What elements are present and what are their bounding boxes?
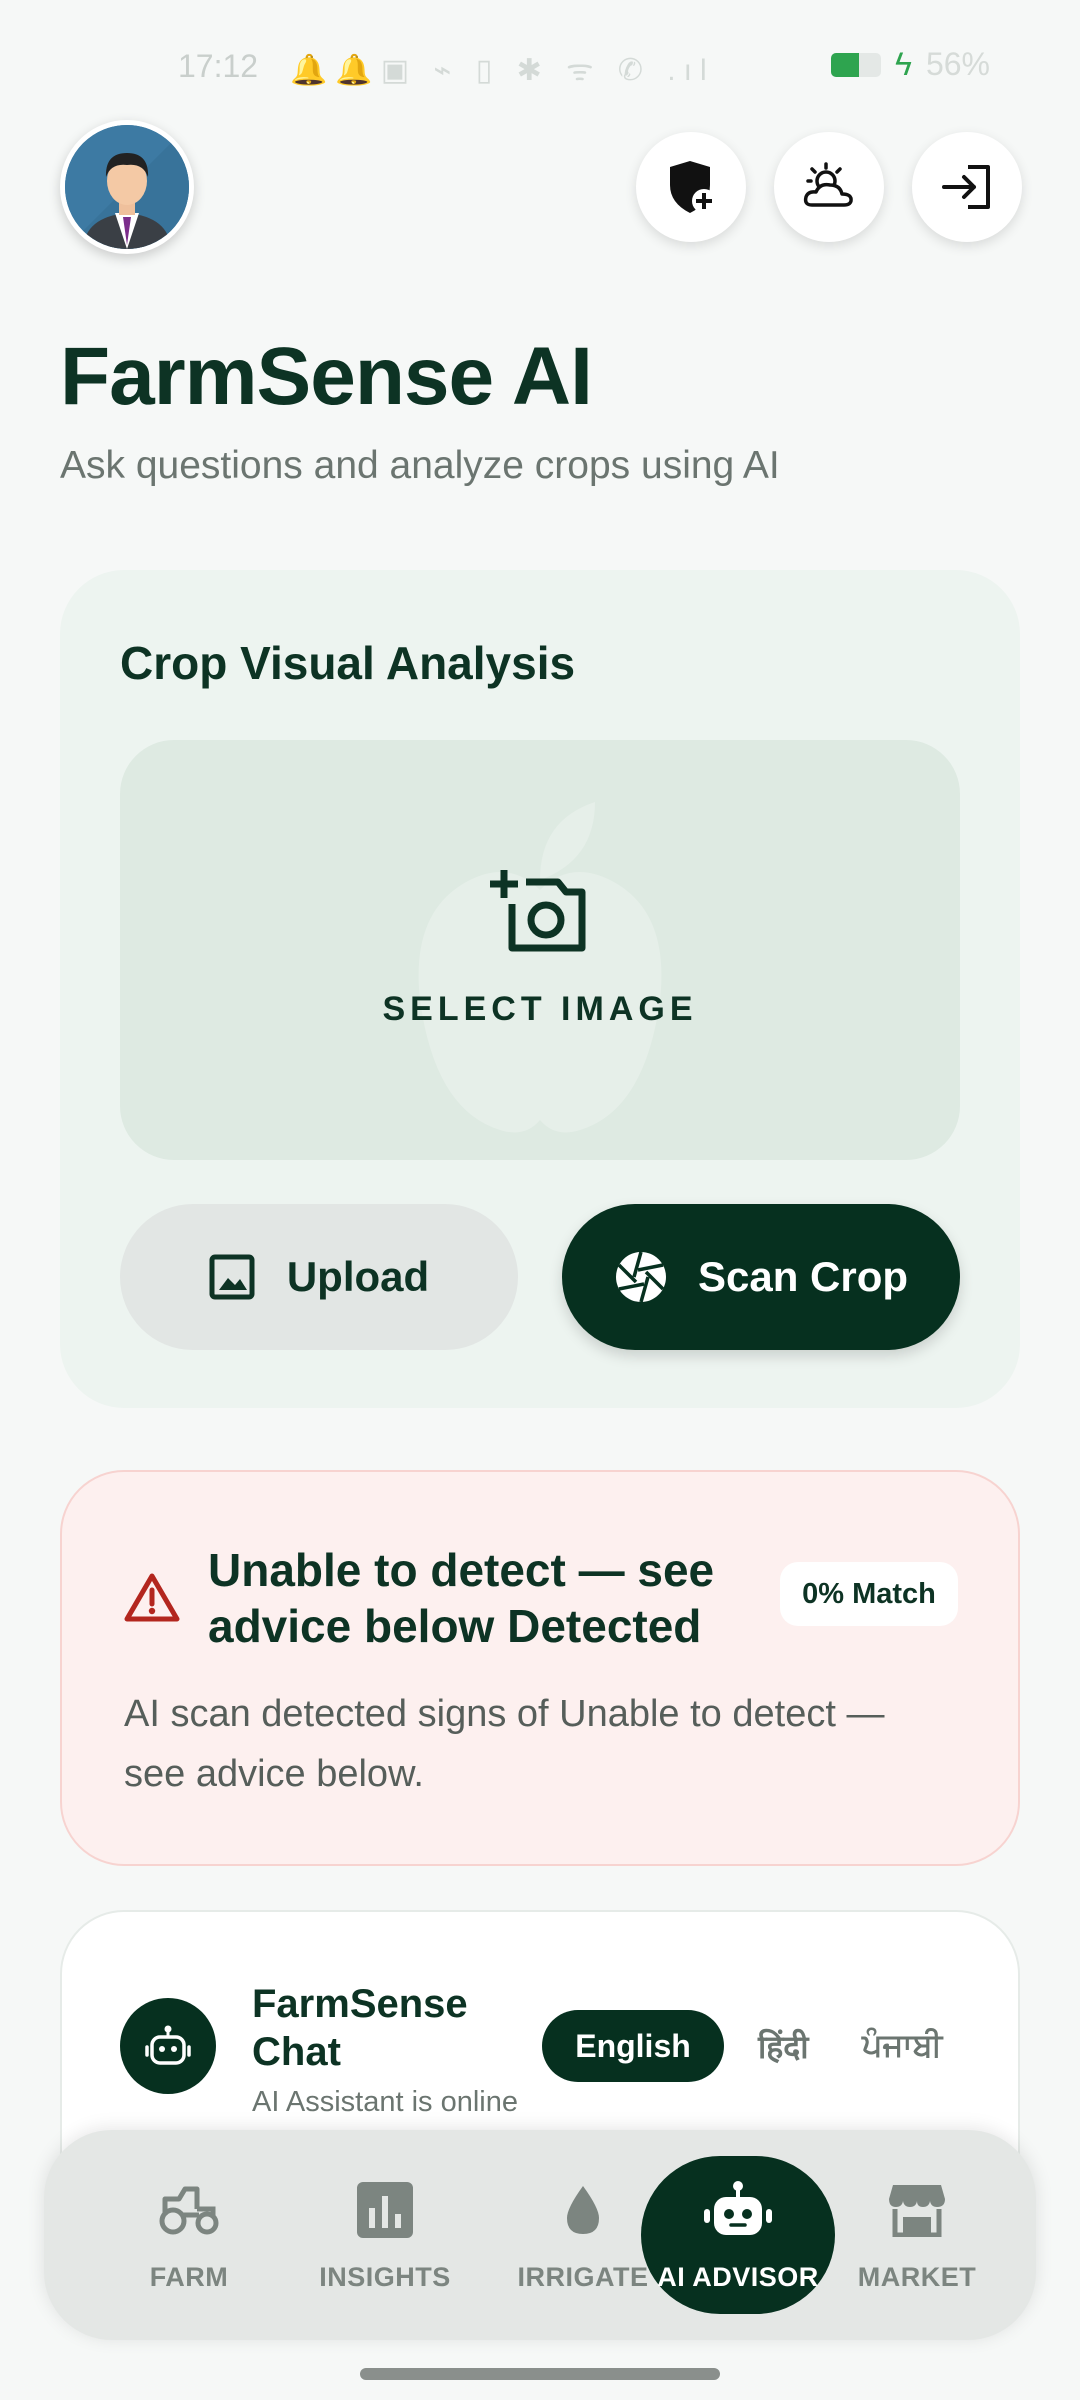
water-drop-icon — [567, 2186, 599, 2234]
nav-market-label: MARKET — [857, 2262, 977, 2292]
warning-icon — [124, 1573, 180, 1622]
detection-result-card: Unable to detect — see advice below Dete… — [60, 1470, 1020, 1866]
scan-crop-button[interactable]: Scan Crop — [562, 1204, 960, 1350]
tractor-icon — [159, 2186, 219, 2235]
chat-bot-avatar — [120, 1998, 216, 2094]
nav-irrigate-label: IRRIGATE — [517, 2262, 649, 2292]
add-photo-icon — [490, 870, 586, 952]
nav-insights[interactable]: INSIGHTS — [290, 2130, 480, 2340]
robot-icon — [704, 2181, 772, 2235]
status-time: 17:12 — [178, 48, 259, 84]
weather-icon — [803, 162, 853, 207]
select-image-label: SELECT IMAGE — [382, 990, 698, 1028]
weather-button[interactable] — [774, 132, 884, 242]
language-hindi-button[interactable]: हिंदी — [758, 2010, 809, 2082]
crop-analysis-card: Crop Visual Analysis SELECT IMAGE Upload… — [60, 570, 1020, 1408]
nav-farm[interactable]: FARM — [94, 2130, 284, 2340]
detection-title: Unable to detect — see advice below Dete… — [208, 1544, 715, 1652]
nav-ai-advisor-label: AI ADVISOR — [657, 2262, 819, 2292]
chat-status: AI Assistant is online — [252, 2086, 518, 2118]
page-title: FarmSense AI — [60, 331, 593, 422]
robot-icon — [145, 2025, 191, 2065]
language-punjabi-button[interactable]: ਪੰਜਾਬੀ — [862, 2010, 942, 2082]
crop-analysis-title: Crop Visual Analysis — [120, 637, 576, 689]
nav-ai-advisor[interactable]: AI ADVISOR — [643, 2130, 833, 2340]
chat-title: FarmSense Chat — [252, 1982, 468, 2074]
nav-insights-label: INSIGHTS — [319, 2262, 451, 2292]
bar-chart-icon — [357, 2182, 413, 2238]
charging-icon: ϟ — [895, 46, 912, 82]
language-english-button[interactable]: English — [542, 2010, 724, 2082]
page-subtitle: Ask questions and analyze crops using AI — [60, 444, 780, 487]
shield-plus-icon — [670, 161, 716, 213]
battery-percent: 56% — [925, 46, 990, 82]
bottom-navigation: FARM INSIGHTS IRRIGATE AI ADVISOR MARKET — [44, 2130, 1036, 2340]
camera-shutter-icon — [615, 1251, 666, 1303]
battery-icon — [831, 52, 882, 77]
scan-crop-label: Scan Crop — [697, 1253, 909, 1300]
upload-button[interactable]: Upload — [120, 1204, 518, 1350]
upload-label: Upload — [286, 1253, 430, 1300]
status-icons: 🔔🔔▣ ⌁ ▯ ✱ ᯤ ✆ .ıl — [290, 54, 715, 87]
logout-button[interactable] — [912, 132, 1022, 242]
status-bar: 17:12 🔔🔔▣ ⌁ ▯ ✱ ᯤ ✆ .ıl ϟ 56% — [0, 0, 1080, 120]
select-image-dropzone[interactable]: SELECT IMAGE — [120, 740, 960, 1160]
apple-watermark-icon — [418, 802, 662, 1133]
logout-icon — [942, 165, 990, 209]
image-icon — [209, 1254, 255, 1300]
avatar[interactable] — [60, 120, 194, 254]
shield-plus-button[interactable] — [636, 132, 746, 242]
detection-description: AI scan detected signs of Unable to dete… — [124, 1693, 885, 1795]
nav-market[interactable]: MARKET — [822, 2130, 1012, 2340]
match-badge: 0% Match — [780, 1562, 958, 1626]
store-icon — [889, 2185, 945, 2237]
home-indicator[interactable] — [360, 2368, 720, 2380]
nav-farm-label: FARM — [149, 2262, 229, 2292]
